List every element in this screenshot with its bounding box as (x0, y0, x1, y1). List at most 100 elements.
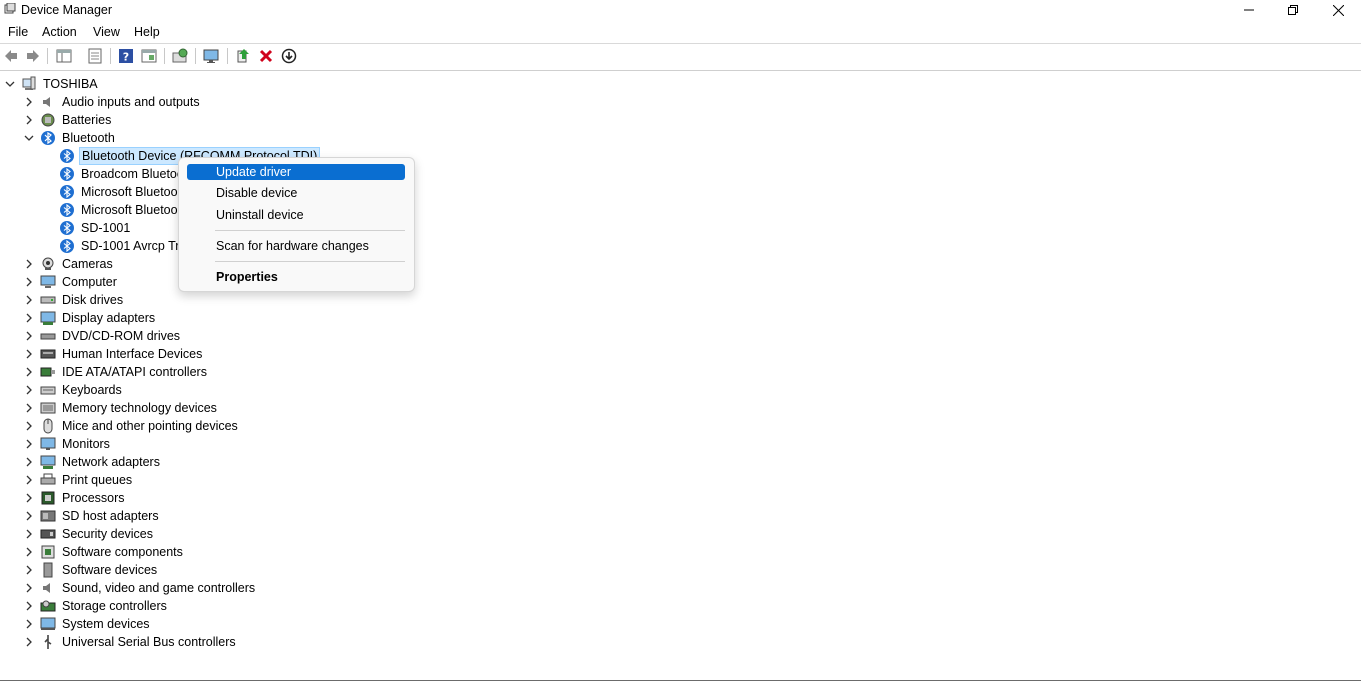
chevron-right-icon[interactable] (23, 636, 35, 648)
speaker-icon (40, 94, 56, 110)
tree-device[interactable]: SD-1001 Avrcp Tra (59, 237, 188, 255)
chevron-right-icon[interactable] (23, 510, 35, 522)
tree-device[interactable]: SD-1001 (59, 219, 132, 237)
tree-device[interactable]: Microsoft Bluetoo (59, 183, 180, 201)
tree-category-label: Universal Serial Bus controllers (62, 635, 236, 649)
chevron-right-icon[interactable] (23, 600, 35, 612)
show-hide-tree-icon[interactable] (56, 48, 72, 64)
bluetooth-icon (59, 220, 75, 236)
device-manager-icon (4, 2, 16, 15)
chevron-right-icon[interactable] (23, 348, 35, 360)
scan-hardware-icon[interactable] (172, 48, 188, 64)
tree-category[interactable]: Print queues (23, 471, 134, 489)
chevron-right-icon[interactable] (23, 276, 35, 288)
chevron-right-icon[interactable] (23, 330, 35, 342)
menu-view[interactable]: View (93, 25, 120, 39)
minimize-button[interactable] (1226, 0, 1272, 20)
menu-bar: File Action View Help (0, 22, 1361, 42)
chevron-right-icon[interactable] (23, 492, 35, 504)
tree-category[interactable]: Human Interface Devices (23, 345, 204, 363)
monitor-icon[interactable] (203, 48, 219, 64)
tree-category[interactable]: Audio inputs and outputs (23, 93, 202, 111)
tree-category-label: IDE ATA/ATAPI controllers (62, 365, 207, 379)
chevron-down-icon[interactable] (4, 78, 16, 90)
tree-category[interactable]: DVD/CD-ROM drives (23, 327, 182, 345)
help-icon[interactable]: ? (118, 48, 134, 64)
tree-category-label: Software devices (62, 563, 158, 577)
tree-category[interactable]: Cameras (23, 255, 115, 273)
chevron-right-icon[interactable] (23, 546, 35, 558)
tree-category-label: Software components (62, 545, 183, 559)
tree-category[interactable]: Universal Serial Bus controllers (23, 633, 238, 651)
software-component-icon (40, 544, 56, 560)
disable-icon[interactable] (281, 48, 297, 64)
tree-category[interactable]: Mice and other pointing devices (23, 417, 240, 435)
properties-icon[interactable] (87, 48, 103, 64)
tree-category-label: Mice and other pointing devices (62, 419, 238, 433)
tree-category[interactable]: SD host adapters (23, 507, 161, 525)
chevron-right-icon[interactable] (23, 474, 35, 486)
console-tree-icon[interactable] (141, 48, 157, 64)
monitor-icon (40, 436, 56, 452)
chevron-right-icon[interactable] (23, 402, 35, 414)
menu-file[interactable]: File (8, 25, 28, 39)
chevron-down-icon[interactable] (23, 132, 35, 144)
menu-action[interactable]: Action (42, 25, 77, 39)
tree-category-label: Print queues (62, 473, 133, 487)
back-icon[interactable] (3, 48, 19, 64)
chevron-right-icon[interactable] (23, 420, 35, 432)
tree-category[interactable]: Network adapters (23, 453, 162, 471)
chevron-right-icon[interactable] (23, 366, 35, 378)
chevron-right-icon[interactable] (23, 438, 35, 450)
context-properties[interactable]: Properties (187, 269, 405, 285)
chevron-right-icon[interactable] (23, 96, 35, 108)
disk-icon (40, 292, 56, 308)
tree-device-label: Broadcom Bluetoo (81, 167, 184, 181)
context-uninstall-device[interactable]: Uninstall device (187, 207, 405, 223)
tree-category[interactable]: System devices (23, 615, 152, 633)
update-driver-icon[interactable] (235, 48, 251, 64)
chevron-right-icon[interactable] (23, 258, 35, 270)
tree-device[interactable]: Microsoft Bluetoo (59, 201, 180, 219)
chevron-right-icon[interactable] (23, 384, 35, 396)
chevron-right-icon[interactable] (23, 294, 35, 306)
tree-category[interactable]: Software devices (23, 561, 159, 579)
tree-category[interactable]: Processors (23, 489, 127, 507)
uninstall-icon[interactable] (258, 48, 274, 64)
tree-category[interactable]: IDE ATA/ATAPI controllers (23, 363, 209, 381)
tree-category[interactable]: Software components (23, 543, 185, 561)
tree-category-label: Storage controllers (62, 599, 167, 613)
security-icon (40, 526, 56, 542)
tree-category[interactable]: Memory technology devices (23, 399, 219, 417)
context-disable-device[interactable]: Disable device (187, 185, 405, 201)
tree-category[interactable]: Sound, video and game controllers (23, 579, 257, 597)
tree-category[interactable]: Computer (23, 273, 119, 291)
tree-root[interactable]: TOSHIBA (4, 75, 100, 93)
tree-category[interactable]: Disk drives (23, 291, 125, 309)
chevron-right-icon[interactable] (23, 114, 35, 126)
chevron-right-icon[interactable] (23, 312, 35, 324)
context-scan-hardware[interactable]: Scan for hardware changes (187, 238, 405, 254)
tree-category[interactable]: Batteries (23, 111, 113, 129)
chevron-right-icon[interactable] (23, 618, 35, 630)
context-update-driver[interactable]: Update driver (187, 164, 405, 180)
chevron-right-icon[interactable] (23, 582, 35, 594)
tree-device-label: Microsoft Bluetoo (81, 185, 178, 199)
tree-category[interactable]: Keyboards (23, 381, 124, 399)
tree-device-label: Microsoft Bluetoo (81, 203, 178, 217)
tree-category[interactable]: Security devices (23, 525, 155, 543)
chevron-right-icon[interactable] (23, 456, 35, 468)
close-button[interactable] (1315, 0, 1361, 20)
toolbar-separator (164, 48, 165, 64)
chevron-right-icon[interactable] (23, 564, 35, 576)
tree-category[interactable]: Display adapters (23, 309, 157, 327)
chevron-right-icon[interactable] (23, 528, 35, 540)
tree-category[interactable]: Monitors (23, 435, 112, 453)
tree-device[interactable]: Broadcom Bluetoo (59, 165, 186, 183)
restore-button[interactable] (1270, 0, 1316, 20)
forward-icon[interactable] (25, 48, 41, 64)
tree-category[interactable]: Storage controllers (23, 597, 169, 615)
tree-category[interactable]: Bluetooth (23, 129, 117, 147)
tree-category-label: Memory technology devices (62, 401, 217, 415)
menu-help[interactable]: Help (134, 25, 160, 39)
